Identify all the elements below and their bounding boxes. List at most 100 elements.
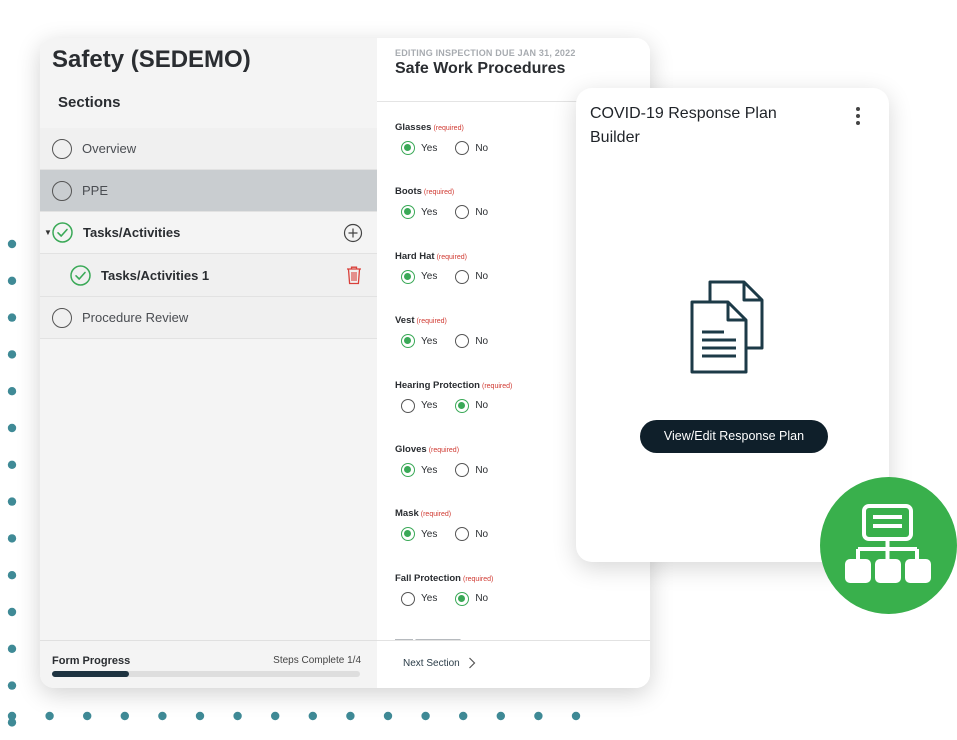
radio-group: Yes No xyxy=(401,591,645,606)
radio-no[interactable] xyxy=(455,205,470,220)
decorative-dot xyxy=(421,711,430,721)
sidebar-item-label: Procedure Review xyxy=(82,310,189,325)
sidebar-item-overview[interactable]: Overview xyxy=(40,128,377,170)
editing-inspection-label: EDITING INSPECTION DUE JAN 31, 2022 xyxy=(395,48,576,58)
incomplete-circle-icon xyxy=(52,307,72,328)
radio-no[interactable] xyxy=(455,463,470,477)
question-text: Mask xyxy=(395,508,419,520)
decorative-dot xyxy=(7,276,17,285)
next-section-label: Next Section xyxy=(403,657,460,669)
decorative-dot xyxy=(7,534,17,543)
radio-yes-label: Yes xyxy=(421,528,438,540)
decorative-dot xyxy=(7,460,17,469)
sidebar-item-ppe[interactable]: PPE xyxy=(40,170,377,212)
required-tag: (required) xyxy=(428,447,460,454)
decorative-dot xyxy=(7,681,17,690)
question-text: Boots xyxy=(395,186,422,198)
radio-yes[interactable] xyxy=(401,527,415,542)
decorative-dot xyxy=(7,497,17,506)
sections-sidebar: Safety (SEDEMO) Sections Overview PPE ▼ … xyxy=(40,38,377,688)
radio-yes[interactable] xyxy=(401,205,415,220)
required-tag: (required) xyxy=(416,318,447,326)
sidebar-item-label: Tasks/Activities xyxy=(83,225,181,240)
inspection-form-card: Safety (SEDEMO) Sections Overview PPE ▼ … xyxy=(40,38,650,688)
decorative-dot xyxy=(534,711,543,721)
app-title: Safety (SEDEMO) xyxy=(52,46,251,73)
radio-no-label: No xyxy=(475,206,489,218)
radio-no-label: No xyxy=(475,593,489,605)
decorative-dot xyxy=(7,423,17,433)
radio-no[interactable] xyxy=(455,334,470,349)
decorative-dot xyxy=(7,239,17,249)
required-tag: (required) xyxy=(482,382,513,390)
complete-check-icon xyxy=(52,222,73,243)
decorative-dot xyxy=(7,313,17,322)
radio-no[interactable] xyxy=(455,398,470,413)
radio-yes-label: Yes xyxy=(421,206,438,218)
form-progress-label: Form Progress xyxy=(52,655,131,667)
radio-no-label: No xyxy=(475,464,489,476)
expand-caret-icon[interactable]: ▼ xyxy=(44,228,52,237)
radio-yes[interactable] xyxy=(401,269,415,284)
decorative-dot xyxy=(83,711,92,721)
form-progress: Form Progress Steps Complete 1/4 xyxy=(40,640,377,688)
hierarchy-badge xyxy=(820,477,957,614)
question-text: Hard Hat xyxy=(395,250,435,262)
sidebar-item-tasks-activities[interactable]: ▼ Tasks/Activities xyxy=(40,212,377,254)
radio-no[interactable] xyxy=(455,591,470,606)
radio-no[interactable] xyxy=(455,269,470,284)
sidebar-item-label: Overview xyxy=(82,141,137,156)
decorative-dot xyxy=(45,711,54,721)
required-tag: (required) xyxy=(436,253,467,261)
incomplete-circle-icon xyxy=(52,180,72,201)
decorative-dot xyxy=(383,711,393,721)
sections-heading: Sections xyxy=(58,94,121,111)
progress-bar-track xyxy=(52,671,360,677)
covid-card-title: COVID-19 Response Plan Builder xyxy=(590,105,777,146)
radio-yes[interactable] xyxy=(401,334,415,349)
radio-yes[interactable] xyxy=(401,463,415,477)
radio-no-label: No xyxy=(475,142,489,154)
decorative-dot xyxy=(120,711,129,721)
required-tag: (required) xyxy=(433,125,464,132)
decorative-dot xyxy=(7,607,17,617)
form-footer: Next Section xyxy=(377,640,650,688)
radio-yes[interactable] xyxy=(401,591,415,606)
radio-no-label: No xyxy=(475,400,489,412)
question-text: Hearing Protection xyxy=(395,379,480,391)
radio-no[interactable] xyxy=(455,527,470,542)
decorative-dot xyxy=(195,711,205,721)
sidebar-item-procedure-review[interactable]: Procedure Review xyxy=(40,297,377,339)
question-row: Fall Protection (required) Yes No xyxy=(395,573,645,606)
required-tag: (required) xyxy=(462,575,494,583)
radio-yes-label: Yes xyxy=(421,464,438,476)
decorative-dot xyxy=(459,711,468,721)
decorative-dot xyxy=(233,711,242,721)
incomplete-circle-icon xyxy=(52,138,72,159)
progress-bar-fill xyxy=(52,671,129,677)
decorative-dot xyxy=(308,711,317,721)
radio-yes[interactable] xyxy=(401,398,415,413)
decorative-dot xyxy=(7,387,17,396)
chevron-right-icon xyxy=(468,657,476,669)
decorative-dot xyxy=(7,644,17,653)
more-options-icon[interactable] xyxy=(855,106,861,126)
required-tag: (required) xyxy=(420,511,452,519)
plus-circle-icon[interactable] xyxy=(343,223,363,243)
decorative-dot xyxy=(7,350,17,359)
question-text: Fall Protection xyxy=(395,572,461,584)
trash-icon[interactable] xyxy=(345,265,363,285)
radio-no-label: No xyxy=(475,335,489,347)
decorative-dot xyxy=(7,718,17,727)
question-text: Glasses xyxy=(395,122,432,133)
decorative-dot xyxy=(7,711,17,721)
next-section-button[interactable]: Next Section xyxy=(403,657,476,669)
steps-complete-label: Steps Complete 1/4 xyxy=(273,655,361,666)
radio-no[interactable] xyxy=(455,141,470,155)
radio-no-label: No xyxy=(475,528,489,540)
question-label: Fall Protection (required) xyxy=(395,573,645,584)
sidebar-item-tasks-activities-1[interactable]: Tasks/Activities 1 xyxy=(40,254,377,297)
view-edit-response-plan-button[interactable]: View/Edit Response Plan xyxy=(640,420,828,453)
decorative-dot xyxy=(271,711,280,721)
radio-yes[interactable] xyxy=(401,141,415,155)
